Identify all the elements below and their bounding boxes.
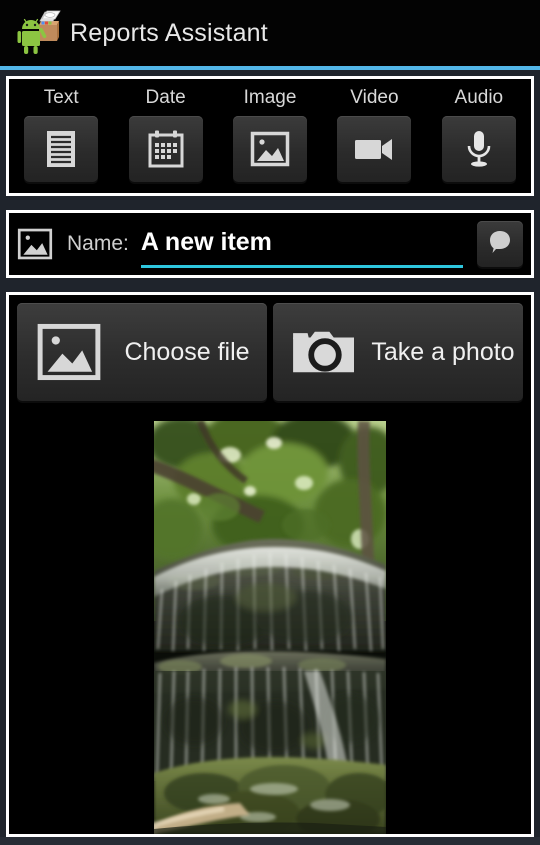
item-name-row: Name: A new item	[6, 210, 534, 278]
title-bar: Reports Assistant	[0, 0, 540, 66]
tab-image-label: Image	[243, 87, 297, 108]
page-background-strip	[0, 837, 540, 845]
tab-image[interactable]: Image	[218, 79, 322, 193]
name-input-value: A new item	[140, 228, 272, 256]
take-photo-label: Take a photo	[371, 338, 515, 366]
tab-video[interactable]: Video	[322, 79, 426, 193]
app-title: Reports Assistant	[70, 18, 268, 47]
document-icon	[44, 129, 78, 169]
tab-audio-label: Audio	[454, 87, 504, 108]
tab-date-label: Date	[145, 87, 186, 108]
choose-file-label: Choose file	[124, 338, 250, 366]
video-camera-icon	[353, 135, 395, 163]
microphone-icon	[464, 129, 494, 169]
picture-icon	[31, 322, 107, 382]
tab-audio[interactable]: Audio	[427, 79, 531, 193]
tab-text-label: Text	[43, 87, 79, 108]
tab-date[interactable]: Date	[113, 79, 217, 193]
calendar-icon	[147, 129, 185, 169]
type-tab-strip: Text Date Image Video Audio	[6, 76, 534, 196]
tab-text[interactable]: Text	[9, 79, 113, 193]
speech-bubble-icon	[488, 229, 512, 260]
name-field-label: Name:	[67, 232, 129, 255]
reports-assistant-app: Reports Assistant Text Date Image Video …	[0, 0, 540, 845]
choose-file-button[interactable]: Choose file	[17, 303, 267, 401]
take-photo-button[interactable]: Take a photo	[273, 303, 523, 401]
picture-icon	[250, 131, 290, 167]
image-content-panel: Choose file Take a photo	[6, 292, 534, 837]
name-input[interactable]: A new item	[140, 221, 463, 268]
tab-date-button[interactable]	[128, 116, 203, 182]
tab-audio-button[interactable]	[441, 116, 516, 182]
tab-text-button[interactable]	[24, 116, 99, 182]
waterfall-photo[interactable]	[154, 421, 386, 834]
comment-button[interactable]	[477, 221, 523, 267]
picture-icon	[17, 227, 53, 261]
tab-video-label: Video	[350, 87, 399, 108]
tab-video-button[interactable]	[337, 116, 412, 182]
image-action-row: Choose file Take a photo	[9, 303, 531, 401]
camera-icon	[287, 323, 363, 381]
tab-image-button[interactable]	[233, 116, 308, 182]
android-package-icon	[12, 7, 64, 59]
accent-divider	[0, 66, 540, 70]
